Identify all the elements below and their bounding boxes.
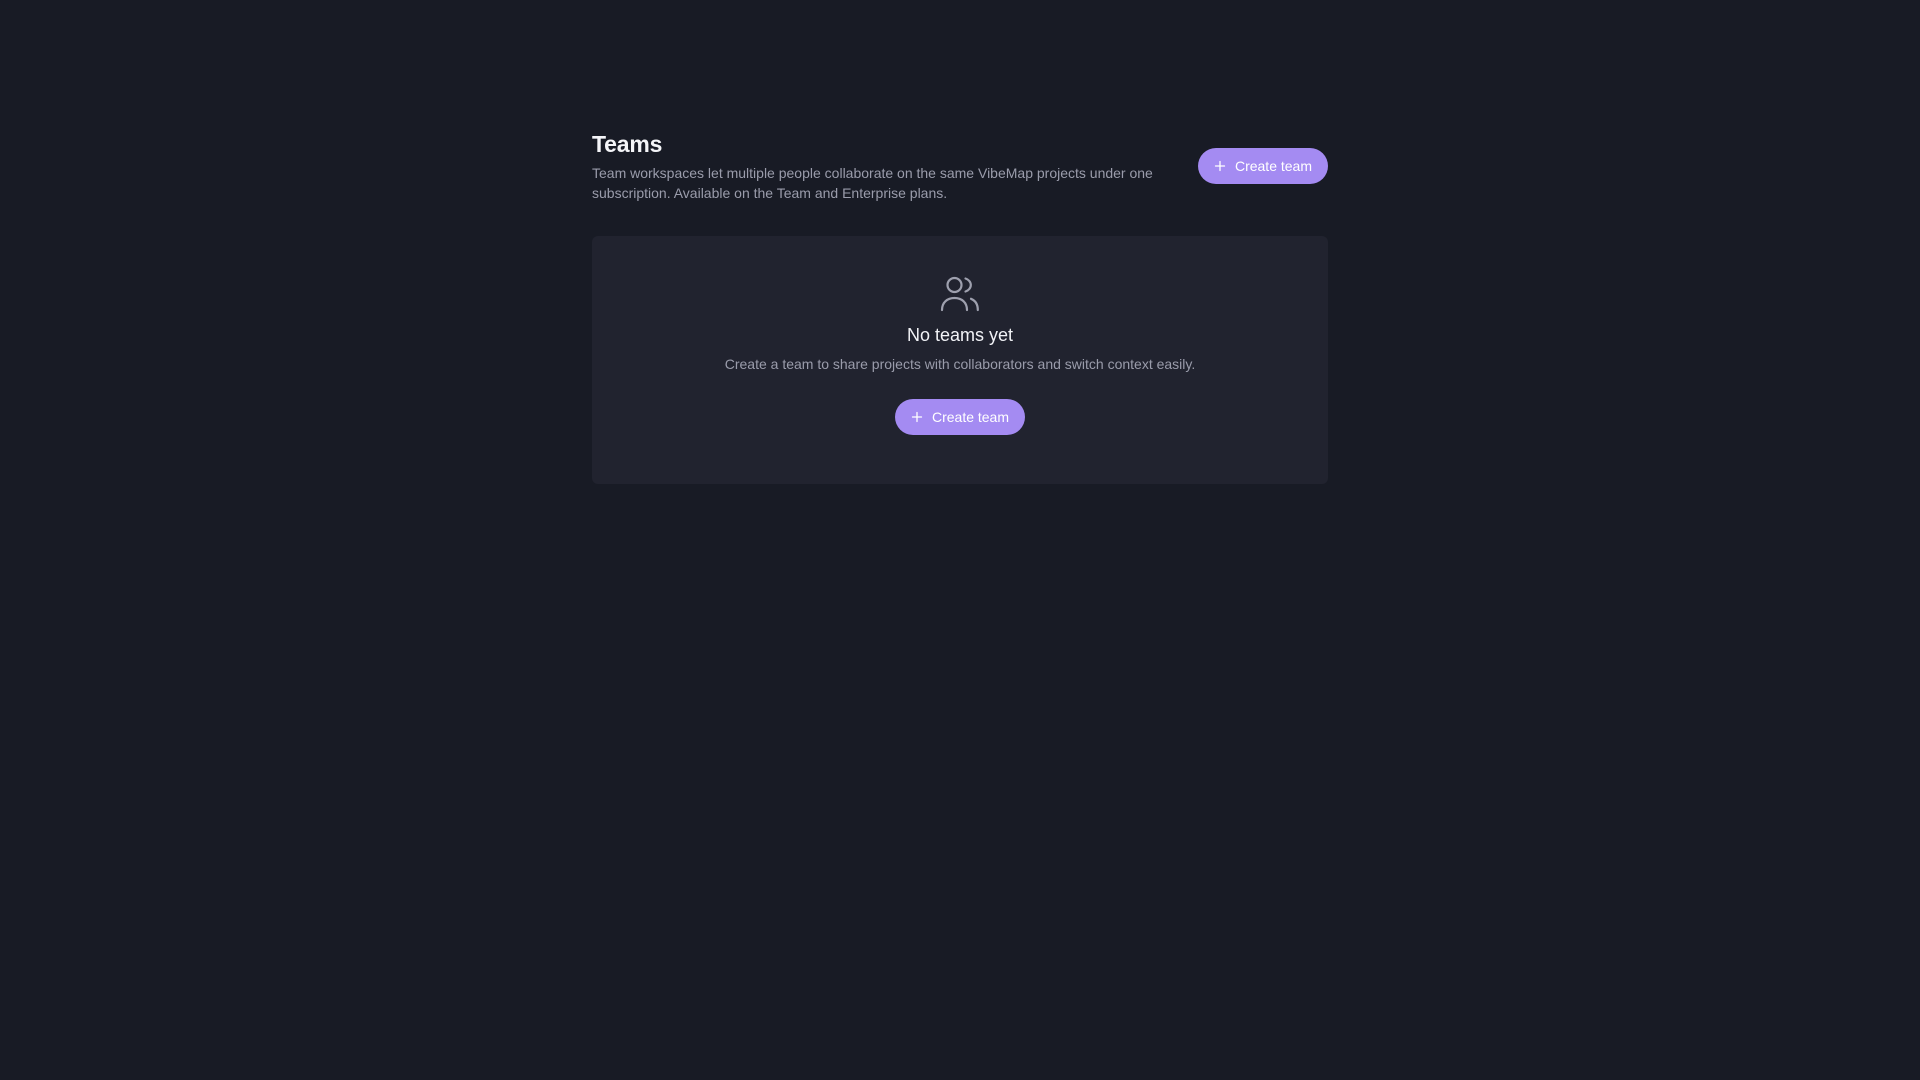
- create-team-empty-button-label: Create team: [931, 409, 1010, 425]
- create-team-empty-button[interactable]: Create team: [894, 399, 1026, 435]
- create-team-button[interactable]: Create team: [1197, 148, 1328, 184]
- header-text: Teams Team workspaces let multiple peopl…: [592, 130, 1172, 203]
- page-description: Team workspaces let multiple people coll…: [592, 165, 1153, 201]
- page-title: Teams: [592, 131, 663, 157]
- teams-page: Teams Team workspaces let multiple peopl…: [592, 130, 1328, 484]
- page-header: Teams Team workspaces let multiple peopl…: [592, 130, 1328, 203]
- empty-state-title: No teams yet: [906, 325, 1014, 345]
- empty-state-description: Create a team to share projects with col…: [724, 356, 1196, 372]
- empty-state-card: No teams yet Create a team to share proj…: [592, 236, 1328, 484]
- users-icon: [940, 276, 980, 312]
- plus-icon: [911, 411, 923, 423]
- plus-icon: [1214, 160, 1226, 172]
- create-team-button-label: Create team: [1234, 158, 1312, 174]
